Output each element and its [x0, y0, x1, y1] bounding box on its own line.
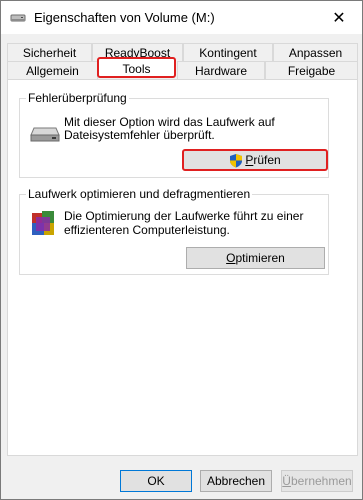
window-title: Eigenschaften von Volume (M:): [34, 10, 215, 25]
tab-hardware[interactable]: Hardware: [177, 61, 265, 79]
tab-freigabe[interactable]: Freigabe: [265, 61, 358, 79]
check-button-label: rüfen: [253, 153, 281, 167]
tab-anpassen[interactable]: Anpassen: [273, 43, 358, 61]
optimize-button-label: ptimieren: [235, 251, 285, 265]
error-check-desc-line2: Dateisystemfehler überprüft.: [64, 128, 215, 142]
apply-button[interactable]: Übernehmen: [281, 470, 353, 492]
dialog-footer: OK Abbrechen Übernehmen: [1, 458, 362, 499]
tab-tools[interactable]: Tools: [97, 57, 176, 78]
cancel-button[interactable]: Abbrechen: [200, 470, 272, 492]
tab-kontingent[interactable]: Kontingent: [183, 43, 273, 61]
hard-drive-icon: [30, 125, 60, 146]
properties-window: Eigenschaften von Volume (M:) ✕ Sicherhe…: [0, 0, 363, 500]
close-icon: ✕: [332, 9, 346, 27]
drive-icon: [10, 12, 26, 24]
tab-allgemein[interactable]: Allgemein: [7, 61, 98, 79]
optimize-group: Laufwerk optimieren und defragmentieren …: [19, 187, 329, 275]
error-check-group: Fehlerüberprüfung Mit dieser Option wird…: [19, 91, 329, 178]
optimize-button[interactable]: Optimieren: [186, 247, 325, 269]
close-button[interactable]: ✕: [316, 1, 362, 34]
apply-button-accesskey: Ü: [282, 474, 291, 488]
error-check-desc-line1: Mit dieser Option wird das Laufwerk auf: [64, 115, 275, 129]
uac-shield-icon: [229, 153, 243, 168]
check-button[interactable]: Prüfen: [182, 149, 328, 171]
tab-sicherheit[interactable]: Sicherheit: [7, 43, 92, 61]
apply-button-label: bernehmen: [290, 474, 352, 488]
check-button-accesskey: P: [245, 153, 254, 167]
tools-panel: Fehlerüberprüfung Mit dieser Option wird…: [7, 79, 358, 456]
ok-button[interactable]: OK: [120, 470, 192, 492]
optimize-button-accesskey: O: [226, 251, 236, 265]
error-check-title: Fehlerüberprüfung: [26, 91, 129, 105]
optimize-desc-line1: Die Optimierung der Laufwerke führt zu e…: [64, 209, 304, 223]
defrag-icon: [30, 209, 58, 242]
title-bar: Eigenschaften von Volume (M:) ✕: [1, 1, 362, 34]
optimize-title: Laufwerk optimieren und defragmentieren: [26, 187, 253, 201]
optimize-desc-line2: effizienteren Computerleistung.: [64, 223, 230, 237]
